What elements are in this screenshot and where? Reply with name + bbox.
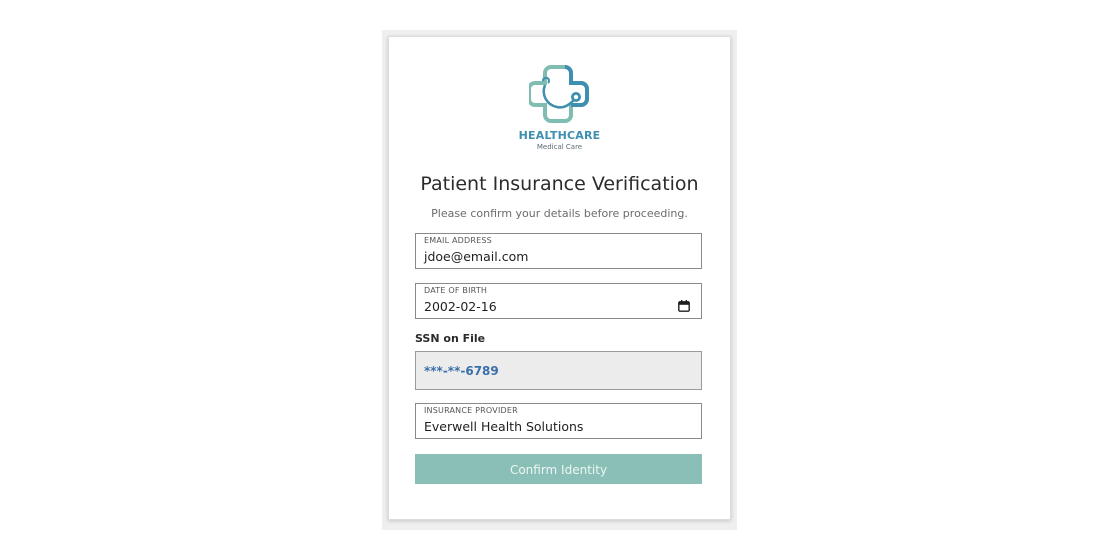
email-field-label: EMAIL ADDRESS: [424, 236, 492, 245]
page-title: Patient Insurance Verification: [420, 173, 699, 195]
insurance-provider-label: INSURANCE PROVIDER: [424, 406, 518, 415]
email-field[interactable]: EMAIL ADDRESS jdoe@email.com: [415, 233, 702, 269]
verification-card: HEALTHCARE Medical Care Patient Insuranc…: [388, 36, 731, 520]
brand-logo: HEALTHCARE Medical Care: [389, 63, 730, 151]
page-frame: HEALTHCARE Medical Care Patient Insuranc…: [382, 30, 737, 530]
email-field-value[interactable]: jdoe@email.com: [424, 249, 528, 264]
date-of-birth-field[interactable]: DATE OF BIRTH 2002-02-16: [415, 283, 702, 319]
confirm-identity-button[interactable]: Confirm Identity: [415, 454, 702, 484]
date-of-birth-label: DATE OF BIRTH: [424, 286, 488, 295]
ssn-readonly-field: ***-**-6789: [415, 351, 702, 390]
insurance-provider-value[interactable]: Everwell Health Solutions: [424, 419, 583, 434]
date-of-birth-value[interactable]: 2002-02-16: [424, 299, 497, 314]
brand-name: HEALTHCARE: [518, 129, 601, 142]
page-subtitle: Please confirm your details before proce…: [431, 207, 688, 220]
medical-cross-stethoscope-icon: [528, 65, 589, 123]
ssn-label: SSN on File: [415, 332, 486, 345]
calendar-icon[interactable]: [678, 300, 690, 312]
brand-tagline: Medical Care: [536, 143, 583, 151]
ssn-value: ***-**-6789: [424, 364, 499, 378]
insurance-provider-field[interactable]: INSURANCE PROVIDER Everwell Health Solut…: [415, 403, 702, 439]
